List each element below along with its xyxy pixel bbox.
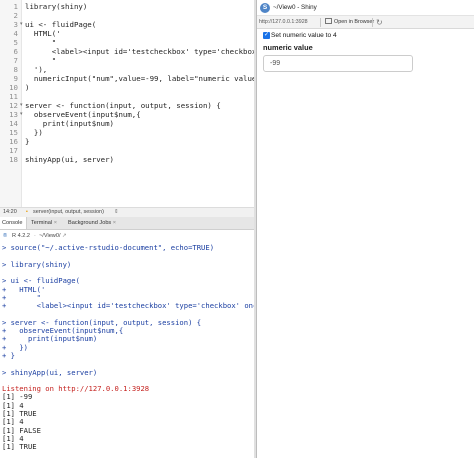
close-icon[interactable]: × bbox=[54, 220, 57, 226]
console-pane[interactable]: Console Terminal × Background Jobs × ® R… bbox=[0, 217, 254, 458]
code-line[interactable]: observeEvent(input$num,{ bbox=[25, 110, 141, 119]
code-line[interactable]: print(input$num) bbox=[25, 119, 114, 128]
window-titlebar[interactable]: S ~/View0 - Shiny bbox=[257, 0, 474, 16]
checkbox-label[interactable]: Set numeric value to 4 bbox=[271, 31, 337, 41]
code-line[interactable]: " bbox=[25, 56, 56, 65]
rstudio-icon: S bbox=[260, 3, 270, 13]
line-number: 9 bbox=[13, 74, 18, 83]
line-number: 8 bbox=[13, 65, 18, 74]
function-scope[interactable]: server(input, output, session) bbox=[33, 208, 104, 217]
code-line[interactable]: '), bbox=[25, 65, 47, 74]
line-number: 4 bbox=[13, 29, 18, 38]
toolbar-divider bbox=[320, 18, 321, 27]
line-number: 2 bbox=[13, 11, 18, 20]
code-line[interactable]: }) bbox=[25, 128, 43, 137]
separator: · bbox=[34, 233, 36, 239]
line-number: 13 bbox=[9, 110, 18, 119]
source-editor[interactable]: 1 2 3 4 5 6 7 8 9 10 11 12 13 14 15 16 17 18 library(shin… bbox=[0, 0, 254, 207]
chevron-down-icon[interactable]: ⇕ bbox=[114, 208, 119, 217]
shiny-viewer-window: S ~/View0 - Shiny http://127.0.0.1:3928 … bbox=[256, 0, 474, 458]
code-line[interactable]: ui <- fluidPage( bbox=[25, 20, 96, 29]
working-directory[interactable]: ~/View0/ bbox=[39, 230, 61, 242]
line-number: 6 bbox=[13, 47, 18, 56]
browser-window-icon bbox=[325, 18, 332, 24]
console-tab-bar: Console Terminal × Background Jobs × bbox=[0, 217, 254, 230]
r-version: R 4.2.2 bbox=[12, 233, 31, 239]
line-number: 3 bbox=[13, 20, 18, 29]
shiny-app-content: ✓ Set numeric value to 4 numeric value bbox=[257, 29, 474, 458]
tab-console[interactable]: Console bbox=[0, 217, 27, 229]
line-number: 15 bbox=[9, 128, 18, 137]
cursor-position: 14:20 bbox=[3, 209, 17, 215]
console-command-line: > library(shiny) bbox=[2, 259, 72, 269]
code-line[interactable]: " bbox=[25, 38, 56, 47]
numeric-input-label: numeric value bbox=[263, 43, 313, 52]
editor-status-bar: 14:20 ▪ server(input, output, session) ⇕ bbox=[0, 207, 254, 217]
line-number: 5 bbox=[13, 38, 18, 47]
line-number: 14 bbox=[9, 119, 18, 128]
code-line[interactable]: library(shiny) bbox=[25, 2, 87, 11]
arrow-icon[interactable]: ↗ bbox=[62, 230, 67, 242]
tab-terminal-label: Terminal bbox=[31, 220, 53, 226]
line-number: 1 bbox=[13, 2, 18, 11]
console-output-line: [1] TRUE bbox=[2, 442, 37, 452]
code-line[interactable]: HTML(' bbox=[25, 29, 61, 38]
console-command-line: + <label><input id='testcheckbox' type='… bbox=[2, 301, 254, 311]
line-number: 10 bbox=[9, 83, 18, 92]
code-line[interactable]: <label><input id='testcheckbox' type='ch… bbox=[25, 47, 254, 56]
viewer-toolbar: http://127.0.0.1:3928 Open in Browser ↻ bbox=[257, 16, 474, 29]
line-number: 12 bbox=[9, 101, 18, 110]
code-line[interactable]: ) bbox=[25, 83, 29, 92]
code-line[interactable]: } bbox=[25, 137, 29, 146]
numeric-input[interactable] bbox=[263, 55, 413, 72]
open-in-browser-label: Open in Browser bbox=[334, 19, 375, 25]
line-number: 11 bbox=[9, 92, 18, 101]
toolbar-divider bbox=[372, 18, 373, 27]
code-line[interactable]: shinyApp(ui, server) bbox=[25, 155, 114, 164]
close-icon[interactable]: × bbox=[113, 220, 116, 226]
tab-terminal[interactable]: Terminal × bbox=[31, 217, 57, 229]
line-number: 17 bbox=[9, 146, 18, 155]
fold-toggle-icon[interactable]: ▾ bbox=[20, 112, 25, 117]
window-title: ~/View0 - Shiny bbox=[273, 4, 317, 11]
url-display[interactable]: http://127.0.0.1:3928 bbox=[259, 16, 308, 29]
tab-background-jobs-label: Background Jobs bbox=[68, 220, 112, 226]
refresh-icon[interactable]: ↻ bbox=[376, 16, 383, 29]
line-number: 16 bbox=[9, 137, 18, 146]
r-logo-icon: ® bbox=[3, 233, 8, 239]
fold-toggle-icon[interactable]: ▾ bbox=[20, 22, 25, 27]
function-scope-icon: ▪ bbox=[26, 209, 28, 215]
code-line[interactable]: server <- function(input, output, sessio… bbox=[25, 101, 221, 110]
console-command-line: + } bbox=[2, 350, 15, 360]
console-command-line: > source("~/.active-rstudio-document", e… bbox=[2, 243, 215, 252]
console-path-bar: ® R 4.2.2 · ~/View0/ ↗ bbox=[0, 230, 254, 242]
line-number-gutter: 1 2 3 4 5 6 7 8 9 10 11 12 13 14 15 16 17 18 bbox=[0, 0, 22, 207]
code-line[interactable]: numericInput("num",value=-99, label="num… bbox=[25, 74, 254, 83]
line-number: 18 bbox=[9, 155, 18, 164]
set-value-checkbox[interactable]: ✓ bbox=[263, 32, 270, 39]
fold-toggle-icon[interactable]: ▾ bbox=[20, 103, 25, 108]
line-number: 7 bbox=[13, 56, 18, 65]
tab-background-jobs[interactable]: Background Jobs × bbox=[68, 217, 116, 229]
open-in-browser-button[interactable]: Open in Browser bbox=[325, 16, 374, 29]
console-command-line: > shinyApp(ui, server) bbox=[2, 367, 98, 377]
